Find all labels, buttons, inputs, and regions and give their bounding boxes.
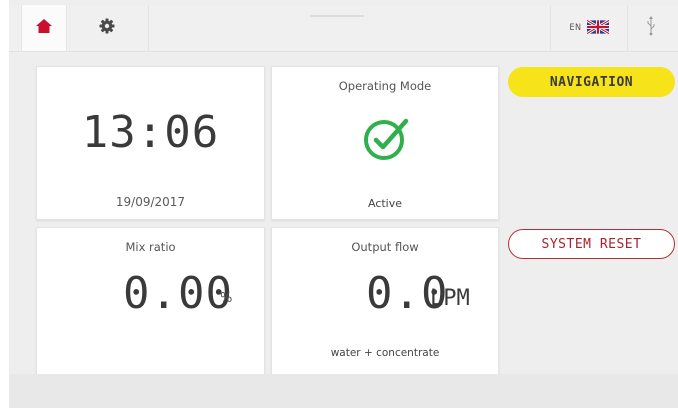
output-flow-subtitle: water + concentrate <box>330 347 440 359</box>
uk-flag-icon <box>585 18 610 38</box>
navigation-button[interactable]: NAVIGATION <box>508 67 675 97</box>
language-code: EN <box>569 23 582 33</box>
mix-ratio-value: 0.00 <box>123 268 233 319</box>
operating-mode-card[interactable]: Operating Mode Active <box>271 66 499 220</box>
pull-down-handle[interactable] <box>310 15 364 17</box>
check-circle-icon <box>361 113 411 167</box>
mix-ratio-unit: % <box>220 291 233 306</box>
mix-ratio-title: Mix ratio <box>125 240 176 254</box>
clock-time: 13:06 <box>81 107 220 158</box>
settings-button[interactable] <box>66 5 149 51</box>
language-selector[interactable]: EN <box>550 5 628 51</box>
output-flow-title: Output flow <box>351 240 419 254</box>
clock-date: 19/09/2017 <box>115 195 186 209</box>
gear-icon <box>99 18 115 38</box>
usb-icon <box>646 16 656 40</box>
home-button[interactable] <box>21 5 67 51</box>
home-icon <box>35 18 53 38</box>
top-bar: EN <box>9 5 678 52</box>
output-flow-unit: LPM <box>430 286 470 311</box>
usb-button[interactable] <box>627 5 675 51</box>
operating-mode-status: Active <box>367 197 403 210</box>
bottom-strip <box>9 374 678 408</box>
operating-mode-title: Operating Mode <box>338 79 432 93</box>
system-reset-button[interactable]: SYSTEM RESET <box>508 229 675 259</box>
mix-ratio-card[interactable]: Mix ratio 0.00 % <box>36 227 265 382</box>
output-flow-card[interactable]: Output flow 0.0 LPM water + concentrate <box>271 227 499 382</box>
app-screen: EN 13:06 19/09/2017 Operating Mode Activ… <box>9 0 678 408</box>
clock-card: 13:06 19/09/2017 <box>36 66 265 220</box>
